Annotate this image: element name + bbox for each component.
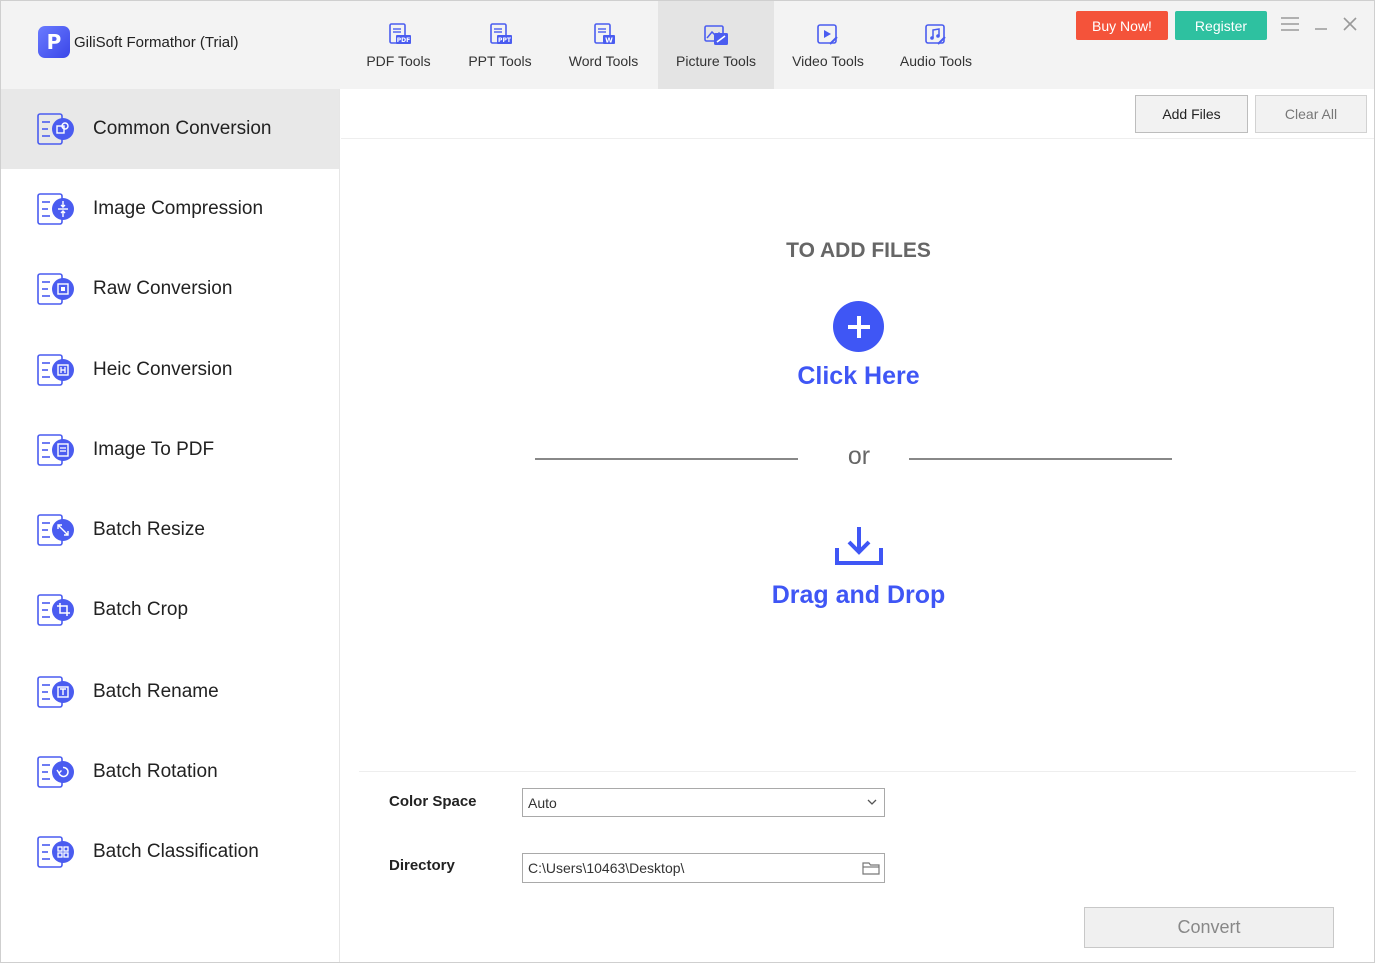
or-separator: or [847, 442, 871, 470]
plus-icon [847, 315, 870, 338]
color-space-label: Color Space [389, 793, 477, 810]
image-compression-icon [37, 193, 74, 225]
dropzone-title: TO ADD FILES [786, 239, 931, 262]
sidebar-item-batch-rename[interactable]: Batch Rename [1, 652, 339, 732]
sidebar-item-batch-rotation[interactable]: Batch Rotation [1, 732, 339, 812]
tool-nav: PDF PDF Tools PPT PPT Tools W Word Tools… [346, 1, 990, 89]
tab-label: PDF Tools [366, 53, 431, 69]
tab-audio-tools[interactable]: Audio Tools [882, 1, 990, 89]
sidebar-item-label: Batch Resize [93, 519, 205, 540]
batch-crop-icon [37, 594, 74, 626]
sidebar: Common Conversion Image Compression Raw … [1, 89, 340, 962]
sidebar-item-label: Batch Crop [93, 599, 189, 620]
folder-icon[interactable] [862, 860, 880, 876]
divider-right [909, 458, 1172, 460]
svg-text:PDF: PDF [396, 37, 409, 44]
sidebar-item-image-to-pdf[interactable]: Image To PDF [1, 410, 339, 490]
click-here-link[interactable]: Click Here [341, 362, 1375, 391]
svg-text:PPT: PPT [498, 37, 512, 44]
color-space-select[interactable]: Auto [522, 788, 885, 817]
tab-pdf-tools[interactable]: PDF PDF Tools [346, 1, 451, 89]
batch-rename-icon [37, 676, 74, 708]
video-icon [817, 24, 838, 45]
minimize-icon[interactable] [1310, 11, 1332, 37]
sidebar-item-label: Image Compression [93, 198, 264, 219]
heic-conversion-icon [37, 354, 74, 386]
app-logo-icon: P [38, 26, 70, 58]
sidebar-item-label: Image To PDF [93, 439, 215, 460]
add-file-plus-button[interactable] [833, 301, 884, 352]
common-conversion-icon [37, 113, 74, 145]
audio-icon [925, 24, 946, 45]
sidebar-item-batch-resize[interactable]: Batch Resize [1, 490, 339, 570]
word-doc-icon: W [593, 23, 615, 45]
divider-left [535, 458, 798, 460]
tab-label: Video Tools [792, 53, 864, 69]
download-icon [835, 527, 883, 565]
tab-label: PPT Tools [468, 53, 532, 69]
tab-picture-tools[interactable]: Picture Tools [658, 1, 774, 89]
top-bar: P GiliSoft Formathor (Trial) PDF PDF Too… [1, 1, 1374, 89]
sidebar-item-label: Raw Conversion [93, 278, 233, 299]
batch-classification-icon [37, 836, 74, 868]
drag-and-drop-label: Drag and Drop [771, 581, 946, 609]
clear-all-button[interactable]: Clear All [1255, 95, 1367, 133]
app-title: GiliSoft Formathor (Trial) [74, 33, 239, 51]
convert-button[interactable]: Convert [1084, 907, 1334, 948]
batch-rotation-icon [37, 756, 74, 788]
tab-video-tools[interactable]: Video Tools [774, 1, 882, 89]
file-toolbar: Add Files Clear All [341, 89, 1374, 139]
sidebar-item-raw-conversion[interactable]: Raw Conversion [1, 249, 339, 329]
sidebar-item-batch-crop[interactable]: Batch Crop [1, 570, 339, 650]
image-to-pdf-icon [37, 434, 74, 466]
pdf-doc-icon: PDF [388, 23, 411, 44]
settings-divider [359, 771, 1356, 772]
tab-label: Word Tools [568, 53, 639, 69]
directory-field[interactable]: C:\Users\10463\Desktop\ [522, 853, 885, 883]
close-icon[interactable] [1339, 11, 1361, 37]
sidebar-item-image-compression[interactable]: Image Compression [1, 169, 339, 249]
tab-label: Picture Tools [676, 53, 756, 69]
menu-icon[interactable] [1279, 11, 1301, 37]
ppt-doc-icon: PPT [490, 23, 512, 44]
color-space-value: Auto [528, 794, 557, 811]
sidebar-item-heic-conversion[interactable]: Heic Conversion [1, 330, 339, 410]
tab-label: Audio Tools [899, 53, 973, 69]
sidebar-item-label: Batch Classification [93, 841, 259, 862]
app-window: P GiliSoft Formathor (Trial) PDF PDF Too… [0, 0, 1375, 963]
batch-resize-icon [37, 514, 74, 546]
sidebar-item-label: Heic Conversion [93, 359, 233, 380]
tab-word-tools[interactable]: W Word Tools [549, 1, 658, 89]
picture-icon [704, 25, 728, 45]
add-files-button[interactable]: Add Files [1135, 95, 1248, 133]
svg-text:W: W [605, 37, 613, 45]
raw-conversion-icon [37, 273, 74, 305]
sidebar-item-label: Batch Rename [93, 681, 219, 702]
chevron-down-icon [867, 799, 877, 805]
sidebar-item-common-conversion[interactable]: Common Conversion [1, 89, 339, 169]
sidebar-item-label: Common Conversion [93, 118, 272, 139]
directory-value: C:\Users\10463\Desktop\ [528, 860, 685, 876]
brand: P GiliSoft Formathor (Trial) [38, 26, 238, 58]
sidebar-item-batch-classification[interactable]: Batch Classification [1, 812, 339, 892]
tab-ppt-tools[interactable]: PPT PPT Tools [451, 1, 549, 89]
sidebar-item-label: Batch Rotation [93, 761, 218, 782]
register-button[interactable]: Register [1175, 11, 1267, 40]
directory-label: Directory [389, 857, 455, 874]
buy-now-button[interactable]: Buy Now! [1076, 11, 1168, 40]
